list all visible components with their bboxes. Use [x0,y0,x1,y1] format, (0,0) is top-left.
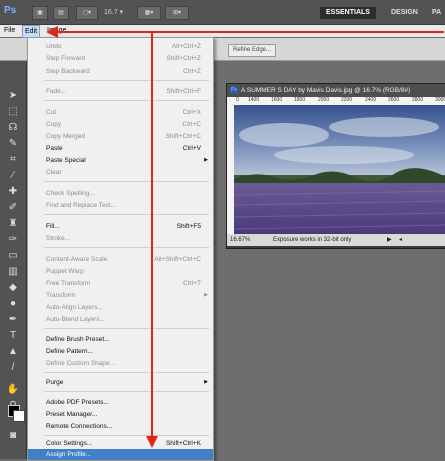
blur-tool-icon[interactable]: ◆ [4,281,22,295]
menu-separator [44,435,209,436]
hand-tool-icon[interactable]: ✋ [4,383,22,397]
quick-select-tool-icon[interactable]: ✎ [4,137,22,151]
menu-item-cut[interactable]: Cut Ctrl+X [28,107,213,118]
document-status-bar: 16.67% Exposure works in 32-bit only ▶ ◂ [227,234,445,246]
mini-bridge-icon[interactable]: ▤ [53,6,69,20]
workspace-essentials[interactable]: ESSENTIALS [320,7,376,19]
scroll-left-icon[interactable]: ◂ [399,234,402,246]
menu-item-puppet-warp[interactable]: Puppet Warp [28,266,213,277]
status-menu-arrow-icon[interactable]: ▶ [387,234,392,246]
menu-item-auto-align-layers[interactable]: Auto-Align Layers... [28,302,213,313]
annotation-arrowhead-left-icon [46,26,58,38]
horizontal-ruler: 0 1400 1600 1800 2000 2200 2400 2600 280… [234,97,445,105]
menu-item-color-settings[interactable]: Color Settings... Shift+Ctrl+K [28,438,213,449]
clone-stamp-tool-icon[interactable]: ♜ [4,217,22,231]
menu-item-define-pattern[interactable]: Define Pattern... [28,346,213,357]
menu-separator [44,372,209,373]
menu-item-fill[interactable]: Fill... Shift+F5 [28,221,213,232]
menu-separator [44,328,209,329]
gradient-tool-icon[interactable]: ▥ [4,265,22,279]
brush-tool-icon[interactable]: ✐ [4,201,22,215]
edit-menu-dropdown: Undo Alt+Ctrl+Z Step Forward Shift+Ctrl+Z … [27,37,214,461]
menu-separator [44,247,209,248]
submenu-arrow-icon: ▶ [204,157,208,163]
menu-item-transform[interactable]: Transform ▶ [28,290,213,301]
menu-item-find-replace-text[interactable]: Find and Replace Text... [28,200,213,211]
marquee-tool-icon[interactable]: ⬚ [4,105,22,119]
path-selection-tool-icon[interactable]: ▲ [4,345,22,359]
menu-item-clear[interactable]: Clear [28,167,213,178]
menu-separator [44,391,209,392]
photoshop-logo: Ps [4,5,17,16]
document-ps-icon: Ps [230,86,238,95]
menu-separator [44,100,209,101]
menu-item-free-transform[interactable]: Free Transform Ctrl+T [28,278,213,289]
background-color-swatch[interactable] [13,410,25,422]
menu-item-adobe-pdf-presets[interactable]: Adobe PDF Presets... [28,397,213,408]
type-tool-icon[interactable]: T [4,329,22,343]
menu-item-remote-connections[interactable]: Remote Connections... [28,421,213,432]
menu-item-check-spelling[interactable]: Check Spelling... [28,188,213,199]
status-info: Exposure works in 32-bit only [273,237,352,243]
application-bar: Ps ▣ ▤ ◻▾ 16.7 ▾ ▦▾ ⊞▾ ESSENTIALS DESIGN… [0,0,445,25]
menu-item-undo[interactable]: Undo Alt+Ctrl+Z [28,41,213,52]
workspace-design[interactable]: DESIGN [391,7,418,19]
screen-mode-icon[interactable]: ⊞▾ [165,6,189,20]
tools-panel: ➤ ⬚ ☊ ✎ ⌗ ⁄ ✚ ✐ ♜ ✑ ▭ ▥ ◆ ● ✒ T ▲ / ✋ ⚲ … [0,61,27,459]
zoom-level[interactable]: 16.7 ▾ [104,8,123,16]
history-brush-tool-icon[interactable]: ✑ [4,233,22,247]
menu-item-step-backward[interactable]: Step Backward Ctrl+Z [28,66,213,77]
menu-item-purge[interactable]: Purge ▶ [28,377,213,388]
menu-item-preset-manager[interactable]: Preset Manager... [28,409,213,420]
view-extras-icon[interactable]: ◻▾ [76,6,98,20]
menu-file[interactable]: File [4,27,15,34]
menu-item-auto-blend-layers[interactable]: Auto-Blend Layers... [28,314,213,325]
dodge-tool-icon[interactable]: ● [4,297,22,311]
submenu-arrow-icon: ▶ [204,292,208,298]
annotation-arrow-vertical [151,33,153,438]
document-window[interactable]: Ps A SUMMER S DAY by Mavis Davis.jpg @ 16… [226,83,445,249]
menu-item-paste-special[interactable]: Paste Special ▶ [28,155,213,166]
menu-item-content-aware-scale[interactable]: Content-Aware Scale Alt+Shift+Ctrl+C [28,254,213,265]
eyedropper-tool-icon[interactable]: ⁄ [4,169,22,183]
menu-item-paste[interactable]: Paste Ctrl+V [28,143,213,154]
annotation-arrowhead-down-icon [146,436,158,448]
shape-tool-icon[interactable]: / [4,361,22,375]
lasso-tool-icon[interactable]: ☊ [4,121,22,135]
annotation-arrow-horizontal [54,31,444,33]
vertical-ruler [227,97,234,234]
crop-tool-icon[interactable]: ⌗ [4,153,22,167]
menu-item-copy[interactable]: Copy Ctrl+C [28,119,213,130]
menu-item-fade[interactable]: Fade... Shift+Ctrl+F [28,86,213,97]
refine-edge-button[interactable]: Refine Edge... [228,44,276,57]
menu-item-define-custom-shape[interactable]: Define Custom Shape... [28,358,213,369]
menu-separator [44,214,209,215]
menu-separator [44,181,209,182]
eraser-tool-icon[interactable]: ▭ [4,249,22,263]
bridge-icon[interactable]: ▣ [32,6,48,20]
pen-tool-icon[interactable]: ✒ [4,313,22,327]
submenu-arrow-icon: ▶ [204,379,208,385]
quick-mask-icon[interactable]: ◙ [4,429,22,443]
menu-item-copy-merged[interactable]: Copy Merged Shift+Ctrl+C [28,131,213,142]
menu-item-step-forward[interactable]: Step Forward Shift+Ctrl+Z [28,53,213,64]
healing-brush-tool-icon[interactable]: ✚ [4,185,22,199]
menu-separator [44,80,209,81]
status-zoom[interactable]: 16.67% [230,234,250,246]
menu-item-define-brush-preset[interactable]: Define Brush Preset... [28,334,213,345]
workspace-painting[interactable]: PA [432,7,441,19]
document-tab[interactable]: Ps A SUMMER S DAY by Mavis Davis.jpg @ 16… [227,84,445,97]
move-tool-icon[interactable]: ➤ [4,89,22,103]
menu-item-stroke[interactable]: Stroke... [28,233,213,244]
arrange-documents-icon[interactable]: ▦▾ [137,6,161,20]
canvas-image[interactable] [234,105,445,234]
menu-item-assign-profile[interactable]: Assign Profile... [28,449,213,460]
